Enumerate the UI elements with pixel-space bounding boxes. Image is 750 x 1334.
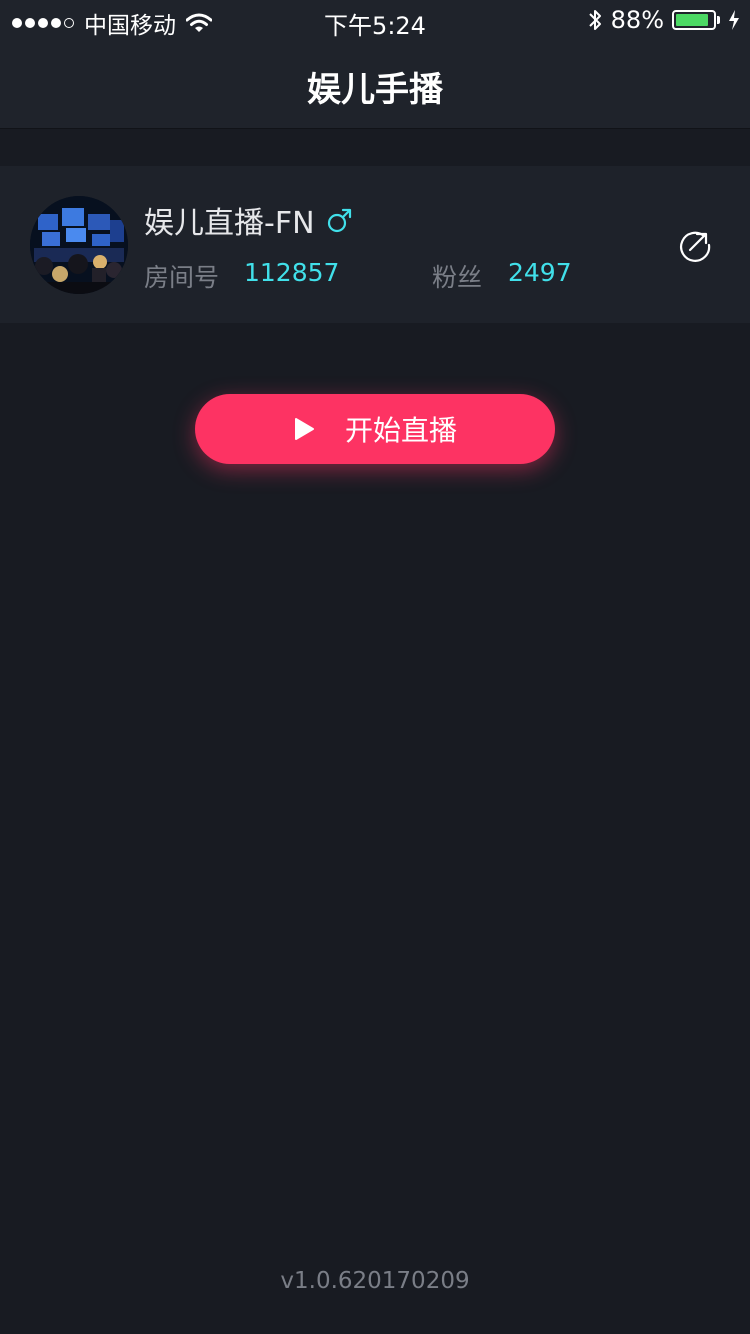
- status-right: 88%: [587, 6, 740, 34]
- fans-count: 2497: [508, 258, 572, 287]
- streamer-name: 娱儿直播-FN: [144, 206, 315, 241]
- start-live-button[interactable]: 开始直播: [195, 394, 555, 464]
- header: 中国移动 下午5:24 88% 娱儿手播: [0, 0, 750, 129]
- bluetooth-icon: [588, 10, 601, 30]
- battery-nub: [717, 16, 720, 24]
- battery-icon: [672, 10, 720, 30]
- version-label: v1.0.620170209: [280, 1268, 470, 1294]
- app-screen: 中国移动 下午5:24 88% 娱儿手播 娱儿直播-FN 房间号 112857 …: [0, 0, 750, 1334]
- room-number-label: 房间号: [144, 263, 220, 292]
- avatar[interactable]: [30, 196, 128, 294]
- battery-percent: 88%: [610, 6, 664, 34]
- start-live-label: 开始直播: [344, 414, 457, 447]
- name-row: 娱儿直播-FN: [144, 198, 353, 242]
- page-title: 娱儿手播: [307, 70, 443, 110]
- fans-label: 粉丝: [432, 263, 483, 292]
- male-symbol-icon: [327, 208, 351, 233]
- status-bar: 中国移动 下午5:24 88%: [0, 0, 750, 40]
- battery-body: [672, 10, 716, 30]
- charging-bolt-icon: [729, 10, 739, 30]
- play-icon: [294, 418, 314, 440]
- avatar-image: [30, 196, 128, 294]
- battery-fill: [676, 14, 708, 26]
- stats-row: 房间号 112857 粉丝 2497: [144, 258, 624, 292]
- profile-card[interactable]: 娱儿直播-FN 房间号 112857 粉丝 2497: [0, 166, 750, 323]
- share-arrow-icon[interactable]: [678, 228, 712, 262]
- room-number-value: 112857: [244, 258, 340, 287]
